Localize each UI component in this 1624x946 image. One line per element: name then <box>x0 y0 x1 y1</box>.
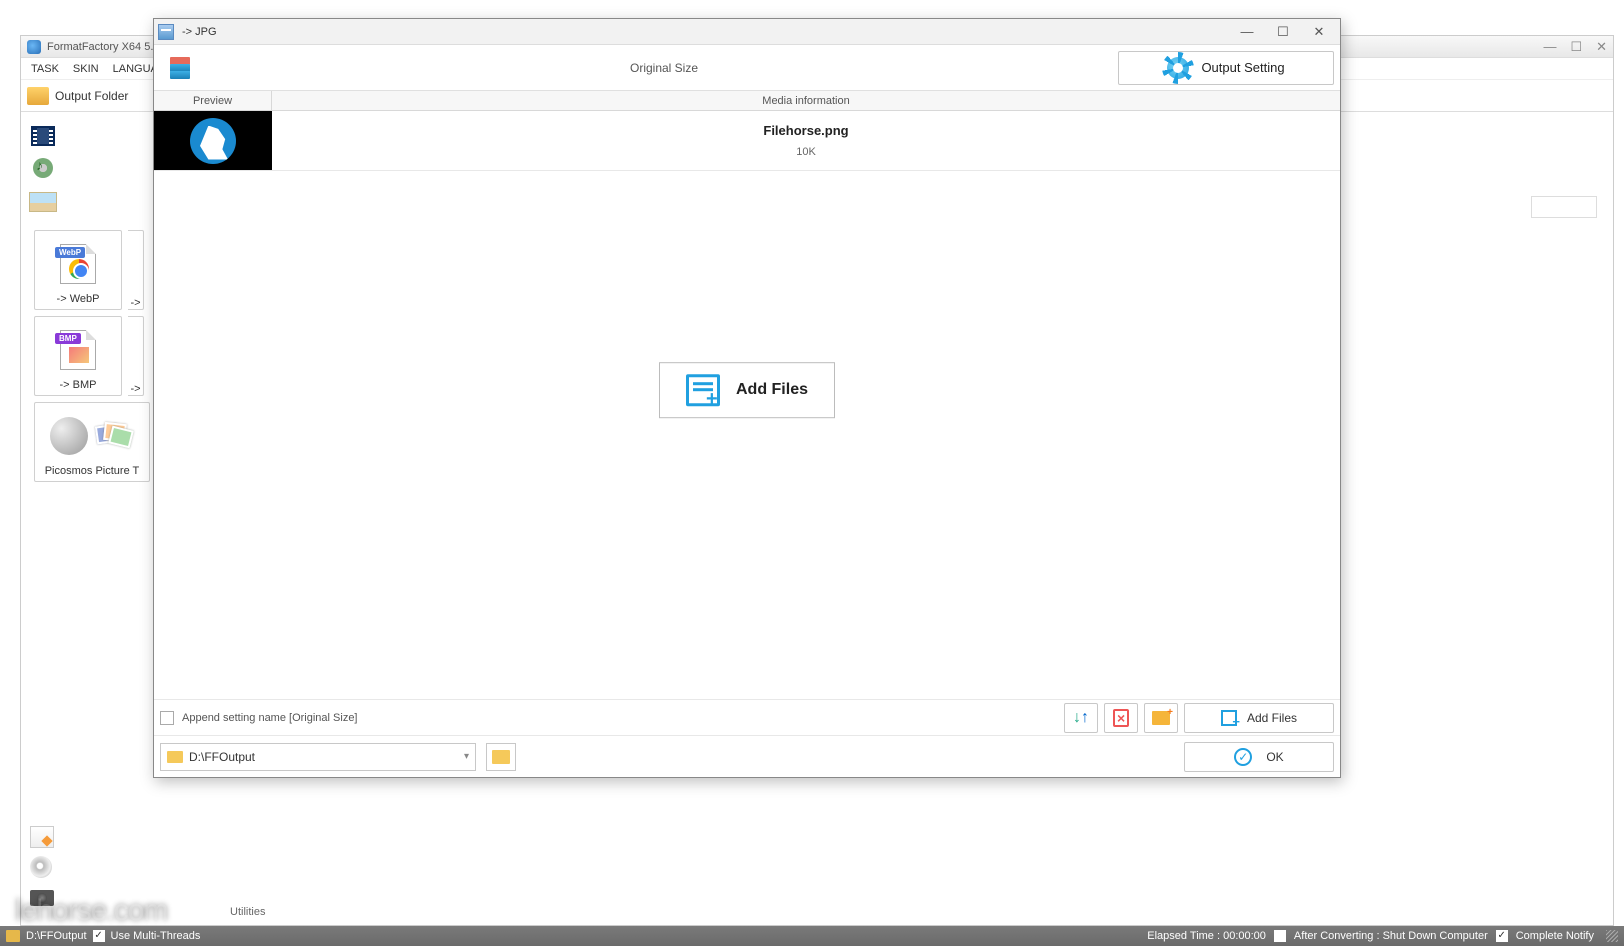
resize-grip-icon[interactable] <box>1606 930 1618 942</box>
add-files-button[interactable]: Add Files <box>1184 703 1334 733</box>
use-threads-label: Use Multi-Threads <box>111 930 201 942</box>
use-threads-check[interactable]: ✓ <box>93 930 105 942</box>
tile-partial-label: -> <box>130 297 140 309</box>
combo-folder-icon <box>167 751 183 763</box>
statusbar: D:\FFOutput ✓ Use Multi-Threads Elapsed … <box>0 926 1624 946</box>
add-files-big-label: Add Files <box>736 381 808 399</box>
close-icon[interactable]: ✕ <box>1596 39 1607 55</box>
column-headers: Preview Media information <box>154 91 1340 111</box>
shutdown-check[interactable] <box>1274 930 1286 942</box>
dialog-title: -> JPG <box>182 26 217 38</box>
maximize-icon[interactable]: ☐ <box>1570 39 1582 55</box>
notify-label: Complete Notify <box>1516 930 1594 942</box>
dialog-maximize-button[interactable]: ☐ <box>1266 22 1300 42</box>
tile-webp[interactable]: WebP -> WebP <box>34 230 122 310</box>
dialog-format-icon <box>158 24 174 40</box>
app-title: FormatFactory X64 5.6 <box>47 41 160 53</box>
chevron-down-icon: ▾ <box>464 751 469 762</box>
output-path-value: D:\FFOutput <box>189 750 255 764</box>
bottom-icons <box>30 826 54 906</box>
file-name: Filehorse.png <box>763 123 848 138</box>
tile-bmp[interactable]: BMP -> BMP <box>34 316 122 396</box>
dialog-body: Add Files <box>154 171 1340 699</box>
add-files-big-button[interactable]: Add Files <box>659 362 835 418</box>
output-setting-label: Output Setting <box>1201 60 1284 75</box>
col-preview-header[interactable]: Preview <box>154 91 272 110</box>
dialog-close-button[interactable]: ✕ <box>1302 22 1336 42</box>
output-setting-button[interactable]: Output Setting <box>1118 51 1334 85</box>
dialog-titlebar: -> JPG — ☐ ✕ <box>154 19 1340 45</box>
file-thumbnail <box>154 111 272 170</box>
col-media-header[interactable]: Media information <box>272 91 1340 110</box>
output-folder-button[interactable]: Output Folder <box>55 89 128 103</box>
category-audio[interactable] <box>26 154 60 182</box>
file-info: Filehorse.png 10K <box>272 111 1340 170</box>
utilities-label: Utilities <box>230 906 265 918</box>
remove-button[interactable] <box>1104 703 1138 733</box>
dialog-bottom-row-2: D:\FFOutput ▾ ✓ OK <box>154 735 1340 777</box>
statusbar-path[interactable]: D:\FFOutput <box>26 930 87 942</box>
folder-icon <box>27 87 49 105</box>
menu-skin[interactable]: SKIN <box>73 63 99 75</box>
file-size: 10K <box>796 146 816 158</box>
tile-partial-label-2: -> <box>130 383 140 395</box>
browse-folder-icon <box>492 750 510 764</box>
dialog-header: Original Size Output Setting <box>154 45 1340 91</box>
category-picture[interactable] <box>26 188 60 216</box>
dialog-minimize-button[interactable]: — <box>1230 22 1264 42</box>
elapsed-time: Elapsed Time : 00:00:00 <box>1147 930 1266 942</box>
ok-label: OK <box>1266 750 1283 764</box>
app-icon <box>27 40 41 54</box>
gear-icon <box>1167 57 1189 79</box>
ok-button[interactable]: ✓ OK <box>1184 742 1334 772</box>
add-files-small-label: Add Files <box>1247 711 1297 725</box>
note-icon[interactable] <box>30 826 54 848</box>
sort-icon <box>1073 709 1089 727</box>
append-setting-label: Append setting name [Original Size] <box>182 712 358 724</box>
convert-dialog: -> JPG — ☐ ✕ Original Size Output Settin… <box>153 18 1341 778</box>
shutdown-label: After Converting : Shut Down Computer <box>1294 930 1488 942</box>
camera-icon[interactable] <box>30 890 54 906</box>
filehorse-logo-icon <box>190 118 236 164</box>
tile-webp-label: -> WebP <box>57 293 100 305</box>
file-row[interactable]: Filehorse.png 10K <box>154 111 1340 171</box>
right-panel-strip <box>1531 196 1597 218</box>
tile-picosmos[interactable]: Picosmos Picture T <box>34 402 150 482</box>
tile-partial-1[interactable]: -> <box>128 230 144 310</box>
notify-check[interactable]: ✓ <box>1496 930 1508 942</box>
disc-icon[interactable] <box>30 856 52 878</box>
folder-plus-icon <box>1152 711 1170 725</box>
tile-bmp-label: -> BMP <box>60 379 97 391</box>
delete-icon <box>1113 709 1129 727</box>
output-path-combo[interactable]: D:\FFOutput ▾ <box>160 743 476 771</box>
append-setting-check[interactable] <box>160 711 174 725</box>
browse-folder-button[interactable] <box>486 743 516 771</box>
minimize-icon[interactable]: — <box>1543 39 1556 55</box>
add-files-small-icon <box>1221 710 1237 726</box>
size-label: Original Size <box>210 61 1118 75</box>
add-folder-button[interactable] <box>1144 703 1178 733</box>
menu-task[interactable]: TASK <box>31 63 59 75</box>
dialog-bottom-row-1: Append setting name [Original Size] Add … <box>154 699 1340 735</box>
check-circle-icon: ✓ <box>1234 748 1252 766</box>
statusbar-folder-icon[interactable] <box>6 930 20 942</box>
tile-picosmos-label: Picosmos Picture T <box>45 465 140 477</box>
tile-partial-2[interactable]: -> <box>128 316 144 396</box>
stacked-profile-icon[interactable] <box>160 50 200 86</box>
format-tiles: WebP -> WebP -> BMP -> BMP -> Picosmos P… <box>34 230 150 482</box>
category-video[interactable] <box>26 122 60 150</box>
add-files-icon <box>686 374 720 406</box>
sort-button[interactable] <box>1064 703 1098 733</box>
